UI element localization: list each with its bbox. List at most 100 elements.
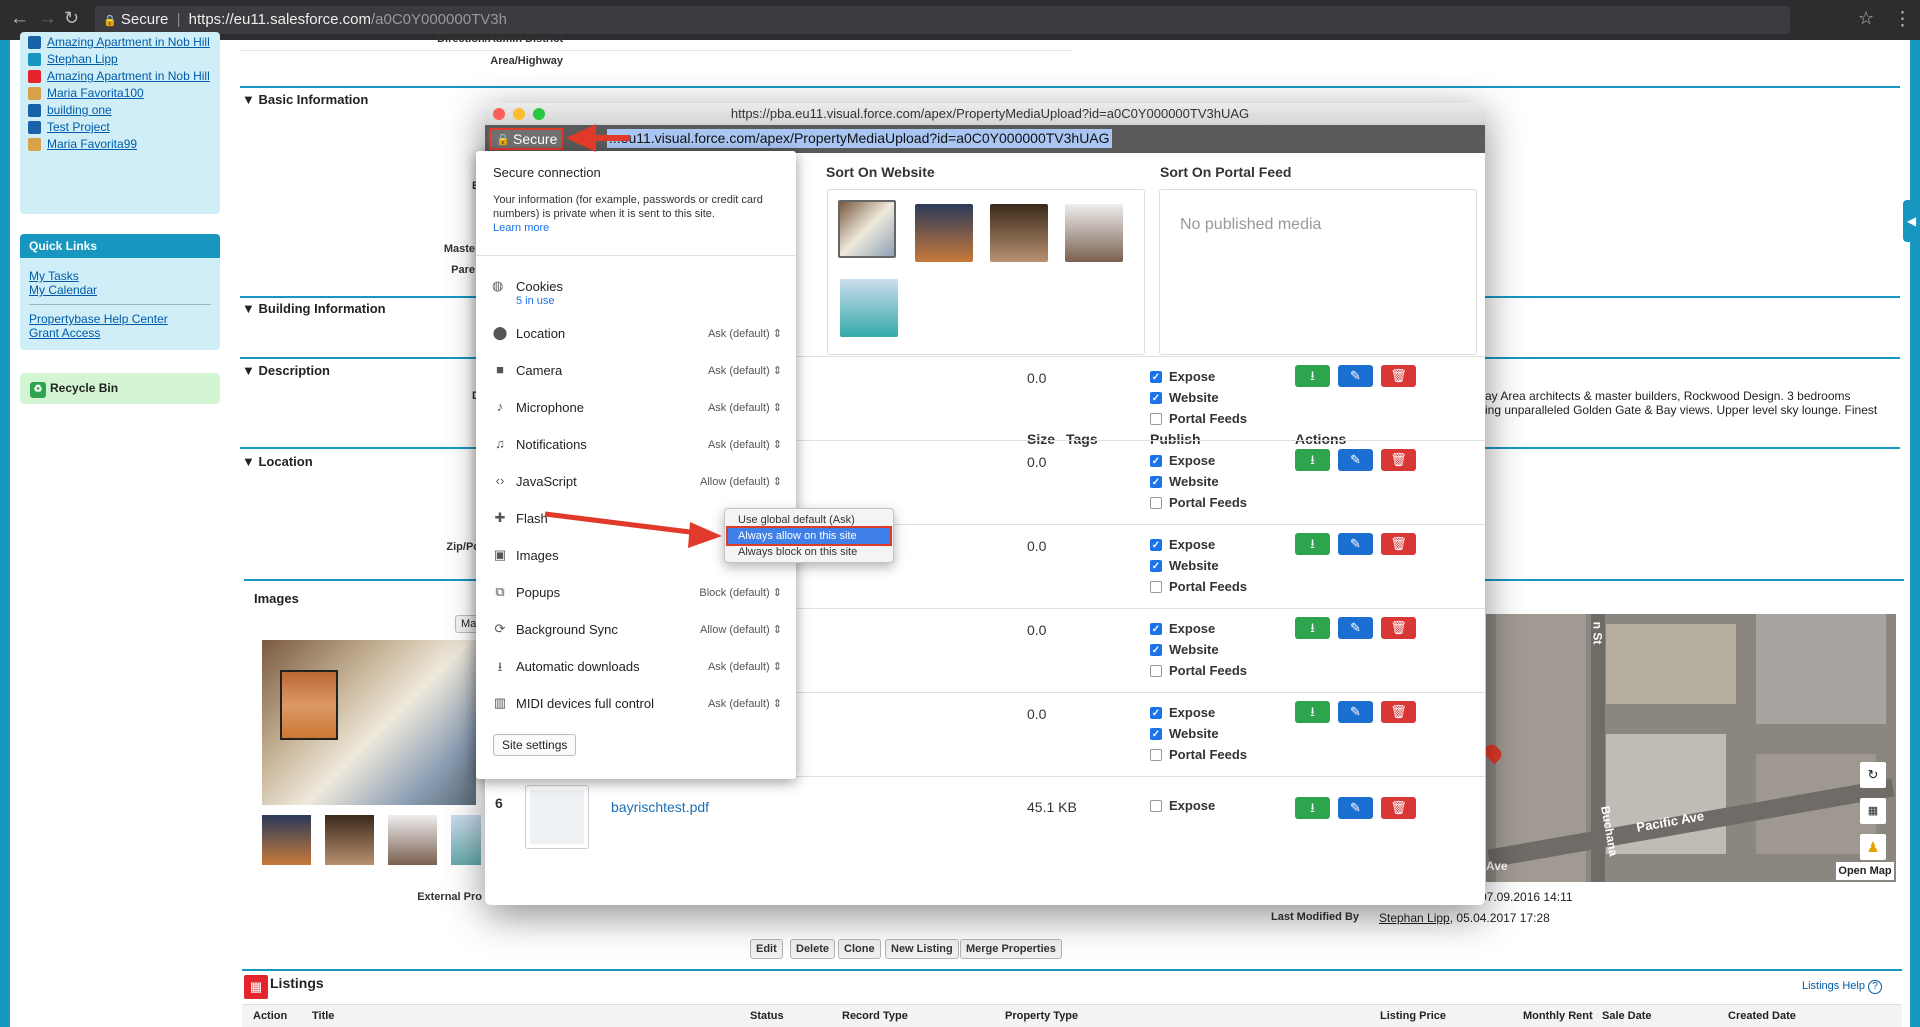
thumbnail[interactable] bbox=[262, 815, 311, 865]
expose-checkbox[interactable]: ✓ Expose bbox=[1150, 370, 1215, 384]
download-icon[interactable]: ⭳ bbox=[1295, 365, 1330, 387]
download-icon[interactable]: ⭳ bbox=[1295, 449, 1330, 471]
column-header[interactable]: Sale Date bbox=[1602, 1010, 1652, 1022]
map[interactable]: Pacific Ave Buchana Ave n St ↻ ▦ ♟ Open … bbox=[1486, 614, 1896, 882]
edit-icon[interactable]: ✎ bbox=[1338, 533, 1373, 555]
menu-icon[interactable]: ⋮ bbox=[1893, 8, 1912, 31]
delete-icon[interactable]: 🗑 bbox=[1381, 617, 1416, 639]
recent-item-label[interactable]: Maria Favorita99 bbox=[47, 138, 137, 151]
recent-item[interactable]: building one bbox=[20, 102, 220, 119]
expose-checkbox[interactable]: Expose bbox=[1150, 799, 1215, 813]
menu-item-always-block[interactable]: Always block on this site bbox=[728, 544, 890, 560]
edit-button[interactable]: Edit bbox=[750, 939, 783, 959]
media-thumbnail[interactable] bbox=[1065, 204, 1123, 262]
permission-value[interactable]: Allow (default) ⇕ bbox=[700, 475, 782, 488]
media-thumbnail[interactable] bbox=[838, 200, 896, 258]
forward-icon[interactable]: → bbox=[38, 8, 57, 30]
column-header[interactable]: Listing Price bbox=[1380, 1010, 1446, 1022]
permission-location[interactable]: ⬤ Location Ask (default) ⇕ bbox=[492, 324, 782, 344]
column-header[interactable]: Title bbox=[312, 1010, 334, 1022]
map-type-icon[interactable]: ▦ bbox=[1860, 798, 1886, 824]
delete-icon[interactable]: 🗑 bbox=[1381, 533, 1416, 555]
grant-access-link[interactable]: Grant Access bbox=[29, 326, 211, 340]
cookies-row[interactable]: ◍ Cookies 5 in use bbox=[492, 277, 692, 307]
last-modified-user[interactable]: Stephan Lipp bbox=[1379, 911, 1450, 925]
permission-value[interactable]: Ask (default) ⇕ bbox=[708, 364, 782, 377]
checkbox-box[interactable] bbox=[1150, 800, 1162, 812]
edit-icon[interactable]: ✎ bbox=[1338, 449, 1373, 471]
section-basic-information[interactable]: ▼ Basic Information bbox=[242, 92, 368, 107]
clone-button[interactable]: Clone bbox=[838, 939, 881, 959]
delete-icon[interactable]: 🗑 bbox=[1381, 365, 1416, 387]
checkbox-box[interactable]: ✓ bbox=[1150, 392, 1162, 404]
checkbox-box[interactable]: ✓ bbox=[1150, 560, 1162, 572]
new-listing-button[interactable]: New Listing bbox=[885, 939, 959, 959]
checkbox-box[interactable]: ✓ bbox=[1150, 455, 1162, 467]
popup-url-bar[interactable]: 🔒 Secure ...eu11.visual.force.com/apex/P… bbox=[485, 125, 1485, 153]
edit-icon[interactable]: ✎ bbox=[1338, 617, 1373, 639]
permission-value[interactable]: Ask (default) ⇕ bbox=[708, 401, 782, 414]
column-header[interactable]: Monthly Rent bbox=[1523, 1010, 1593, 1022]
media-thumbnail[interactable] bbox=[840, 279, 898, 337]
media-thumbnail[interactable] bbox=[915, 204, 973, 262]
checkbox-box[interactable] bbox=[1150, 581, 1162, 593]
delete-icon[interactable]: 🗑 bbox=[1381, 797, 1416, 819]
site-settings-button[interactable]: Site settings bbox=[493, 734, 577, 756]
menu-item-global-default[interactable]: Use global default (Ask) bbox=[728, 512, 890, 528]
checkbox-box[interactable]: ✓ bbox=[1150, 707, 1162, 719]
learn-more-link[interactable]: Learn more bbox=[493, 222, 549, 234]
recent-item-label[interactable]: Amazing Apartment in Nob Hill bbox=[47, 36, 210, 49]
media-thumbnail[interactable] bbox=[990, 204, 1048, 262]
permission-value[interactable]: Ask (default) ⇕ bbox=[708, 697, 782, 710]
website-checkbox[interactable]: ✓ Website bbox=[1150, 475, 1219, 489]
permission-value[interactable]: Block (default) ⇕ bbox=[699, 586, 782, 599]
permission-value[interactable]: Allow (default) ⇕ bbox=[700, 623, 782, 636]
rotate-map-icon[interactable]: ↻ bbox=[1860, 762, 1886, 788]
file-name[interactable]: bayrischtest.pdf bbox=[611, 799, 709, 815]
recent-item-label[interactable]: Stephan Lipp bbox=[47, 53, 118, 66]
download-icon[interactable]: ⭳ bbox=[1295, 533, 1330, 555]
popup-url-text[interactable]: ...eu11.visual.force.com/apex/PropertyMe… bbox=[607, 129, 1112, 148]
thumbnail[interactable] bbox=[451, 815, 481, 865]
download-icon[interactable]: ⭳ bbox=[1295, 617, 1330, 639]
expose-checkbox[interactable]: ✓ Expose bbox=[1150, 706, 1215, 720]
checkbox-box[interactable] bbox=[1150, 413, 1162, 425]
recent-item[interactable]: Amazing Apartment in Nob Hill bbox=[20, 68, 220, 85]
open-map-button[interactable]: Open Map bbox=[1836, 862, 1894, 880]
recent-item-label[interactable]: Test Project bbox=[47, 121, 110, 134]
checkbox-box[interactable] bbox=[1150, 749, 1162, 761]
close-window-icon[interactable] bbox=[493, 108, 505, 120]
portal-checkbox[interactable]: Portal Feeds bbox=[1150, 496, 1247, 510]
edit-icon[interactable]: ✎ bbox=[1338, 365, 1373, 387]
checkbox-box[interactable]: ✓ bbox=[1150, 728, 1162, 740]
recycle-bin[interactable]: ♻ Recycle Bin bbox=[20, 373, 220, 404]
permission-value[interactable]: Ask (default) ⇕ bbox=[708, 660, 782, 673]
section-description[interactable]: ▼ Description bbox=[242, 363, 330, 378]
merge-properties-button[interactable]: Merge Properties bbox=[960, 939, 1062, 959]
permission-javascript[interactable]: ‹› JavaScript Allow (default) ⇕ bbox=[492, 472, 782, 492]
recent-item-label[interactable]: Amazing Apartment in Nob Hill bbox=[47, 70, 210, 83]
checkbox-box[interactable] bbox=[1150, 497, 1162, 509]
column-header[interactable]: Property Type bbox=[1005, 1010, 1078, 1022]
website-checkbox[interactable]: ✓ Website bbox=[1150, 391, 1219, 405]
website-checkbox[interactable]: ✓ Website bbox=[1150, 559, 1219, 573]
checkbox-box[interactable] bbox=[1150, 665, 1162, 677]
website-checkbox[interactable]: ✓ Website bbox=[1150, 727, 1219, 741]
pegman-icon[interactable]: ♟ bbox=[1860, 834, 1886, 860]
recent-item[interactable]: Stephan Lipp bbox=[20, 51, 220, 68]
my-tasks-link[interactable]: My Tasks bbox=[29, 269, 211, 283]
listings-help-link[interactable]: Listings Help ? bbox=[1802, 980, 1883, 994]
expose-checkbox[interactable]: ✓ Expose bbox=[1150, 622, 1215, 636]
permission-value[interactable]: Ask (default) ⇕ bbox=[708, 438, 782, 451]
edit-icon[interactable]: ✎ bbox=[1338, 701, 1373, 723]
section-location[interactable]: ▼ Location bbox=[242, 454, 313, 469]
permission-camera[interactable]: ■ Camera Ask (default) ⇕ bbox=[492, 361, 782, 381]
address-bar[interactable]: 🔒 Secure | https://eu11.salesforce.com/a… bbox=[95, 6, 1790, 34]
column-header[interactable]: Status bbox=[750, 1010, 784, 1022]
expose-checkbox[interactable]: ✓ Expose bbox=[1150, 538, 1215, 552]
recent-item[interactable]: Maria Favorita100 bbox=[20, 85, 220, 102]
back-icon[interactable]: ← bbox=[10, 8, 29, 30]
section-building-information[interactable]: ▼ Building Information bbox=[242, 301, 386, 316]
download-icon[interactable]: ⭳ bbox=[1295, 797, 1330, 819]
checkbox-box[interactable]: ✓ bbox=[1150, 539, 1162, 551]
